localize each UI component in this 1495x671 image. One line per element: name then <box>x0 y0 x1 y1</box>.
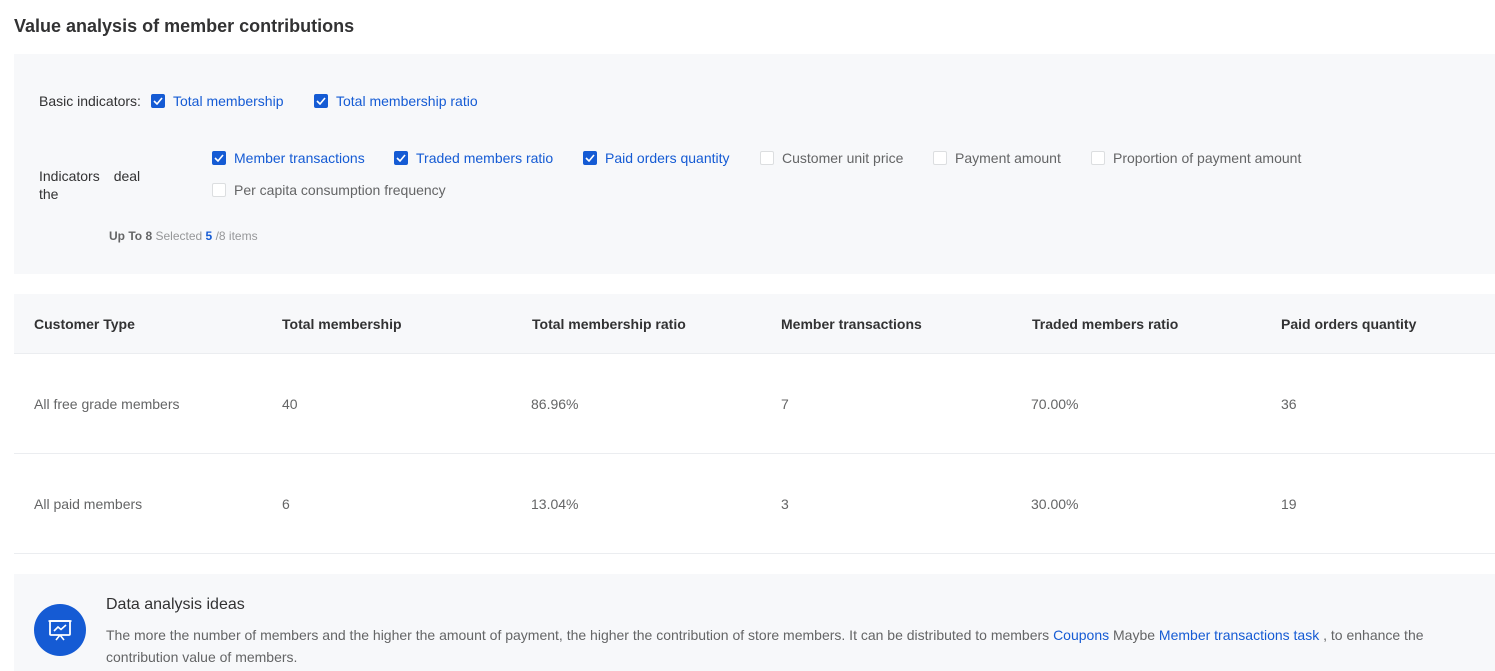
limit-selected-text: Selected <box>155 229 203 243</box>
checkbox-customer-unit-price[interactable]: Customer unit price <box>760 150 903 166</box>
table-cell: 30.00% <box>1031 495 1079 512</box>
checkbox-label: Proportion of payment amount <box>1113 150 1302 166</box>
column-header: Total membership <box>282 315 402 332</box>
checkbox-label: Payment amount <box>955 150 1061 166</box>
checkbox-payment-amount[interactable]: Payment amount <box>933 150 1061 166</box>
checkbox-label: Paid orders quantity <box>605 150 730 166</box>
checkbox-unchecked-icon <box>1091 151 1105 165</box>
checkbox-label: Member transactions <box>234 150 365 166</box>
table-cell: 40 <box>282 395 298 412</box>
table-cell: 19 <box>1281 495 1297 512</box>
checkbox-total-membership[interactable]: Total membership <box>151 93 284 109</box>
contribution-table: Customer Type Total membership Total mem… <box>14 294 1495 554</box>
column-header: Total membership ratio <box>532 315 686 332</box>
basic-indicators-label: Basic indicators: <box>39 93 141 109</box>
checkbox-proportion-of-payment-amount[interactable]: Proportion of payment amount <box>1091 150 1301 166</box>
checkbox-per-capita-consumption-frequency[interactable]: Per capita consumption frequency <box>212 182 446 198</box>
table-cell: 36 <box>1281 395 1297 412</box>
indicator-filter-panel: Basic indicators: Total membership Total… <box>14 54 1495 274</box>
checkbox-unchecked-icon <box>933 151 947 165</box>
table-cell: 6 <box>282 495 290 512</box>
checkbox-checked-icon <box>212 151 226 165</box>
checkbox-checked-icon <box>151 94 165 108</box>
checkbox-label: Traded members ratio <box>416 150 554 166</box>
page-title: Value analysis of member contributions <box>14 16 355 36</box>
table-cell: 86.96% <box>531 395 579 412</box>
deal-indicators-label: Indicators deal the <box>39 168 141 202</box>
column-header: Member transactions <box>781 315 922 332</box>
limit-max: 8 <box>145 229 153 243</box>
column-header: Paid orders quantity <box>1281 315 1417 332</box>
coupons-link[interactable]: Coupons <box>1053 627 1109 643</box>
limit-prefix: Up To <box>109 229 143 243</box>
table-cell: All free grade members <box>34 395 180 412</box>
checkbox-label: Customer unit price <box>782 150 904 166</box>
presentation-chart-icon <box>34 604 86 656</box>
table-cell: 3 <box>781 495 789 512</box>
column-header: Customer Type <box>34 315 135 332</box>
checkbox-label: Total membership <box>173 93 284 109</box>
checkbox-unchecked-icon <box>760 151 774 165</box>
table-cell: All paid members <box>34 495 143 512</box>
table-cell: 13.04% <box>531 495 579 512</box>
ideas-title: Data analysis ideas <box>106 596 245 613</box>
selection-limit-note: Up To 8 Selected 5 /8 items <box>109 229 258 243</box>
limit-selected-count: 5 <box>205 229 213 243</box>
checkbox-traded-members-ratio[interactable]: Traded members ratio <box>394 150 553 166</box>
table-row: All paid members 6 13.04% 3 30.00% 19 <box>14 454 1495 554</box>
table-cell: 7 <box>781 395 789 412</box>
checkbox-paid-orders-quantity[interactable]: Paid orders quantity <box>583 150 730 166</box>
ideas-text-part: Maybe <box>1113 627 1156 643</box>
column-header: Traded members ratio <box>1032 315 1179 332</box>
checkbox-checked-icon <box>583 151 597 165</box>
member-transactions-task-link[interactable]: Member transactions task <box>1159 627 1319 643</box>
ideas-description: The more the number of members and the h… <box>106 624 1446 668</box>
table-row: All free grade members 40 86.96% 7 70.00… <box>14 354 1495 454</box>
table-header: Customer Type Total membership Total mem… <box>14 294 1495 354</box>
checkbox-unchecked-icon <box>212 183 226 197</box>
checkbox-member-transactions[interactable]: Member transactions <box>212 150 365 166</box>
checkbox-checked-icon <box>314 94 328 108</box>
checkbox-label: Per capita consumption frequency <box>234 182 446 198</box>
limit-suffix: /8 items <box>215 229 258 243</box>
checkbox-checked-icon <box>394 151 408 165</box>
data-analysis-ideas-panel: Data analysis ideas The more the number … <box>14 574 1495 671</box>
table-cell: 70.00% <box>1031 395 1079 412</box>
ideas-text-part: The more the number of members and the h… <box>106 627 1050 643</box>
checkbox-label: Total membership ratio <box>336 93 478 109</box>
checkbox-total-membership-ratio[interactable]: Total membership ratio <box>314 93 478 109</box>
